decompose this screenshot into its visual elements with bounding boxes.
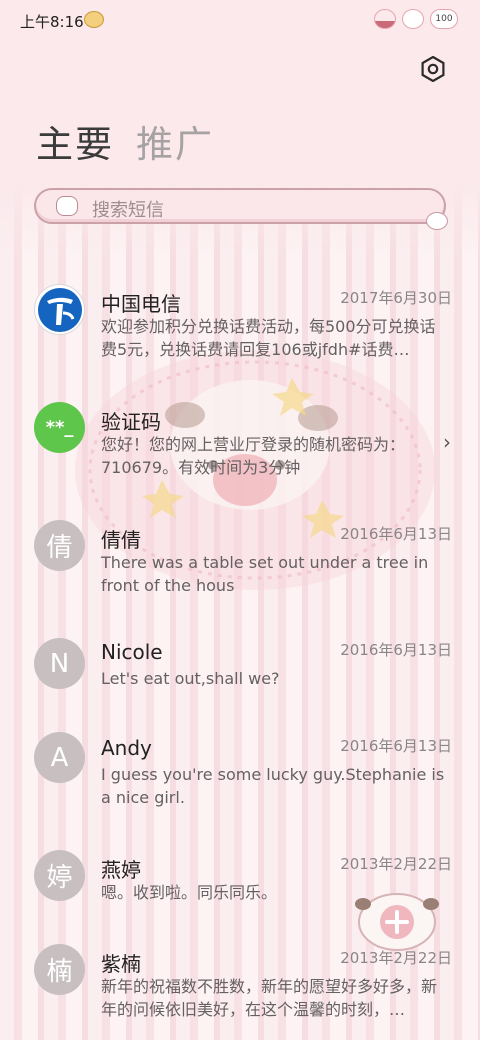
sender-name: 倩倩 [101,528,141,552]
message-preview: Let's eat out,shall we? [101,669,280,688]
compose-icon[interactable] [355,884,439,954]
message-preview: 欢迎参加积分兑换话费活动，每500分可兑换话费5元，兑换话费请回复106或jfd… [101,317,436,359]
list-item[interactable]: **_ 验证码 您好！您的网上营业厅登录的随机密码为：710679。有效时间为3… [0,402,480,492]
message-date: 2017年6月30日 [340,289,452,307]
avatar: A [34,732,85,783]
list-item[interactable]: N Nicole 2016年6月13日 Let's eat out,shall … [0,636,480,706]
message-date: 2016年6月13日 [340,641,452,659]
avatar: N [34,638,85,689]
status-time: 上午8:16 [20,13,84,31]
avatar: **_ [34,402,85,453]
message-preview: I guess you're some lucky guy.Stephanie … [101,765,445,807]
search-icon [56,196,78,216]
search-input[interactable]: 搜索短信 [92,196,164,222]
tab-bar: 主要 推广 [36,114,214,168]
message-preview: 您好！您的网上营业厅登录的随机密码为：710679。有效时间为3分钟 [101,435,406,477]
list-item[interactable]: 中国电信 2017年6月30日 欢迎参加积分兑换话费活动，每500分可兑换话费5… [0,284,480,374]
message-date: 2016年6月13日 [340,525,452,543]
tab-promo[interactable]: 推广 [136,114,214,168]
avatar [34,284,85,335]
status-icons: 100 [374,9,458,29]
message-date: 2013年2月22日 [340,855,452,873]
search-bar[interactable]: 搜索短信 [34,188,448,230]
china-telecom-logo-icon [37,287,82,332]
avatar: 倩 [34,520,85,571]
list-item[interactable]: 楠 紫楠 2013年2月22日 新年的祝福数不胜数，新年的愿望好多好多，新年的问… [0,944,480,1034]
sender-name: Nicole [101,640,163,664]
chevron-right-icon[interactable]: › [443,430,451,454]
avatar: 婷 [34,850,85,901]
gear-icon[interactable] [420,56,446,82]
sender-name: Andy [101,736,152,760]
message-preview: 新年的祝福数不胜数，新年的愿望好多好多，新年的问候依旧美好，在这个温馨的时刻，… [101,977,438,1019]
sender-name: 紫楠 [101,952,141,976]
list-item[interactable]: A Andy 2016年6月13日 I guess you're some lu… [0,732,480,822]
sender-name: 验证码 [101,410,161,434]
avatar: 楠 [34,944,85,995]
wifi-icon [402,9,424,29]
sheep-decoration-icon [426,212,448,230]
tab-main[interactable]: 主要 [36,114,114,168]
battery-icon: 100 [430,9,458,29]
status-bar: 上午8:16 100 [0,0,480,42]
sender-name: 燕婷 [101,858,141,882]
signal-icon [374,9,396,29]
list-item[interactable]: 倩 倩倩 2016年6月13日 There was a table set ou… [0,520,480,610]
message-date: 2016年6月13日 [340,737,452,755]
message-preview: There was a table set out under a tree i… [101,553,429,595]
status-pet-icon [84,11,104,28]
sender-name: 中国电信 [101,292,181,316]
